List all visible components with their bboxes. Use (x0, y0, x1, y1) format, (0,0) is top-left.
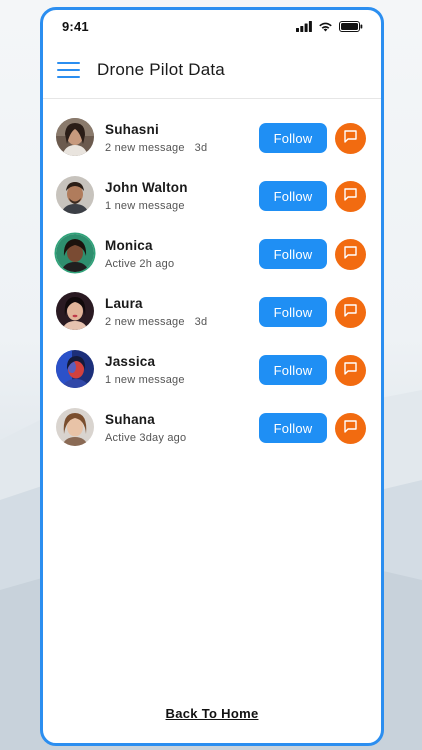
phone-frame: 9:41 Drone Pilot Data Suhasni 2 new mess… (40, 7, 384, 746)
chat-bubble-icon (343, 419, 358, 439)
status-time-ago: 3d (194, 142, 208, 154)
follow-button[interactable]: Follow (259, 297, 327, 327)
hamburger-menu-icon[interactable] (57, 59, 81, 81)
status-bar: 9:41 (43, 10, 381, 42)
message-button[interactable] (335, 297, 366, 328)
message-button[interactable] (335, 355, 366, 386)
list-item: Jassica 1 new message Follow (43, 348, 381, 406)
message-button[interactable] (335, 123, 366, 154)
user-name: Suhasni (105, 122, 159, 137)
follow-button[interactable]: Follow (259, 123, 327, 153)
status-text: 2 new message (105, 142, 185, 154)
user-status: Active 3day ago (105, 432, 196, 444)
status-text: Active 3day ago (105, 432, 187, 444)
app-header: Drone Pilot Data (43, 46, 381, 99)
user-name: Monica (105, 238, 153, 253)
chat-bubble-icon (343, 187, 358, 207)
message-button[interactable] (335, 239, 366, 270)
follow-button[interactable]: Follow (259, 355, 327, 385)
status-text: 1 new message (105, 374, 185, 386)
user-name: Suhana (105, 412, 155, 427)
list-item: Monica Active 2h ago Follow (43, 232, 381, 290)
status-text: 1 new message (105, 200, 185, 212)
status-text: 2 new message (105, 316, 185, 328)
user-status: Active 2h ago (105, 258, 184, 270)
list-item: Suhasni 2 new message 3d Follow (43, 116, 381, 174)
avatar (56, 292, 94, 330)
status-icons (296, 19, 363, 37)
list-item: John Walton 1 new message Follow (43, 174, 381, 232)
status-text: Active 2h ago (105, 258, 175, 270)
wifi-icon (318, 19, 333, 37)
user-status: 1 new message (105, 200, 195, 212)
message-button[interactable] (335, 413, 366, 444)
chat-bubble-icon (343, 361, 358, 381)
status-time: 9:41 (62, 19, 89, 34)
avatar (56, 176, 94, 214)
user-status: 2 new message 3d (105, 316, 207, 328)
status-time-ago: 3d (194, 316, 208, 328)
user-list: Suhasni 2 new message 3d Follow John Wal… (43, 116, 381, 464)
avatar (56, 408, 94, 446)
avatar (56, 234, 94, 272)
user-name: John Walton (105, 180, 188, 195)
avatar (56, 350, 94, 388)
battery-icon (339, 19, 363, 37)
follow-button[interactable]: Follow (259, 239, 327, 269)
follow-button[interactable]: Follow (259, 181, 327, 211)
avatar (56, 118, 94, 156)
user-status: 1 new message (105, 374, 195, 386)
back-to-home-link[interactable]: Back To Home (43, 706, 381, 721)
signal-icon (296, 19, 312, 37)
chat-bubble-icon (343, 129, 358, 149)
user-status: 2 new message 3d (105, 142, 207, 154)
user-name: Laura (105, 296, 143, 311)
list-item: Suhana Active 3day ago Follow (43, 406, 381, 464)
follow-button[interactable]: Follow (259, 413, 327, 443)
chat-bubble-icon (343, 245, 358, 265)
page-title: Drone Pilot Data (97, 60, 225, 79)
user-name: Jassica (105, 354, 156, 369)
list-item: Laura 2 new message 3d Follow (43, 290, 381, 348)
message-button[interactable] (335, 181, 366, 212)
chat-bubble-icon (343, 303, 358, 323)
